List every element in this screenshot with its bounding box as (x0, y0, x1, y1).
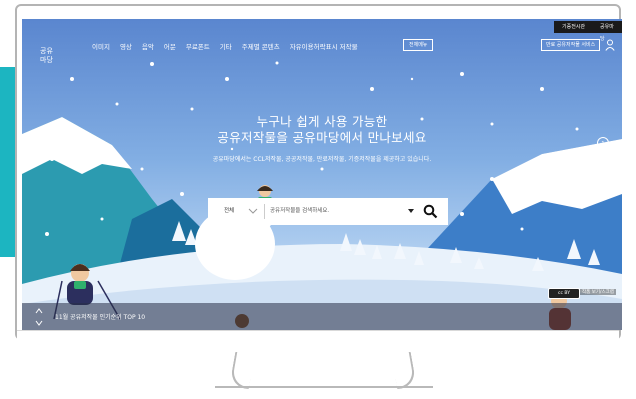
cc-license-badge: cc BY (548, 288, 580, 299)
monitor-stand-base (215, 386, 433, 392)
slide-indicator-current[interactable]: 1 (597, 137, 609, 149)
gongyu-madang-logo[interactable]: 공유 마당 (40, 43, 66, 65)
monitor-chin (17, 330, 619, 355)
search-icon[interactable] (423, 204, 438, 219)
slide-indicator-3[interactable]: 3 (600, 171, 603, 177)
monitor-stand-left (228, 352, 256, 389)
monitor-stand-right (390, 352, 418, 389)
hero-subtitle: 공유마당에서는 CCL저작물, 공공저작물, 만료저작물, 기증저작물을 제공하… (212, 156, 432, 163)
main-nav: 이미지 영상 음악 어문 무료폰트 기타 주제별 콘텐츠 자유이용허락표시 저작… (92, 41, 358, 51)
ranking-arrows[interactable] (33, 305, 45, 329)
scroll-ring-icon[interactable] (598, 184, 607, 196)
ranking-title[interactable]: 11월 공유저작물 인기순위 TOP 10 (55, 312, 145, 321)
nav-item-image[interactable]: 이미지 (92, 41, 110, 51)
category-select[interactable]: 전체 (208, 198, 264, 225)
all-menu-button[interactable]: 전체메뉴 (403, 39, 434, 51)
nav-item-music[interactable]: 음악 (142, 41, 154, 51)
side-accent-tab (0, 67, 15, 257)
artwork-credit-link[interactable]: 작품 보기/스크랩 (580, 289, 616, 295)
expired-service-button[interactable]: 만료 공유저작물 서비스 (541, 39, 601, 51)
nav-item-topics[interactable]: 주제별 콘텐츠 (242, 41, 280, 51)
user-icon[interactable] (605, 39, 615, 51)
logo-line1: 공유 (40, 47, 53, 55)
search-bar: 전체 공유저작물을 검색하세요. (208, 198, 448, 225)
nav-item-free-font[interactable]: 무료폰트 (186, 41, 210, 51)
caret-down-icon[interactable] (408, 209, 414, 213)
search-input[interactable]: 공유저작물을 검색하세요. (270, 198, 400, 225)
hero-title-line2: 공유저작물을 공유마당에서 만나보세요 (217, 130, 427, 145)
slide-indicator-2[interactable]: 2 (600, 156, 603, 162)
search-divider (264, 204, 265, 219)
chevron-down-icon (248, 208, 258, 214)
library-link[interactable]: 기증전시관 (554, 21, 594, 33)
nav-item-etc[interactable]: 기타 (220, 41, 232, 51)
logo-line2: 마당 (40, 56, 53, 64)
gongyu-link[interactable]: 공유마당 (592, 21, 622, 42)
winter-background-illustration (22, 61, 622, 330)
category-value: 전체 (224, 208, 235, 214)
nav-item-literature[interactable]: 어문 (164, 41, 176, 51)
nav-item-video[interactable]: 영상 (120, 41, 132, 51)
website-screen: 기증전시관 공유마당 공유 마당 이미지 영상 음악 어문 무료폰트 기타 주제… (22, 19, 622, 330)
nav-item-open-license[interactable]: 자유이용허락표시 저작물 (290, 41, 358, 51)
